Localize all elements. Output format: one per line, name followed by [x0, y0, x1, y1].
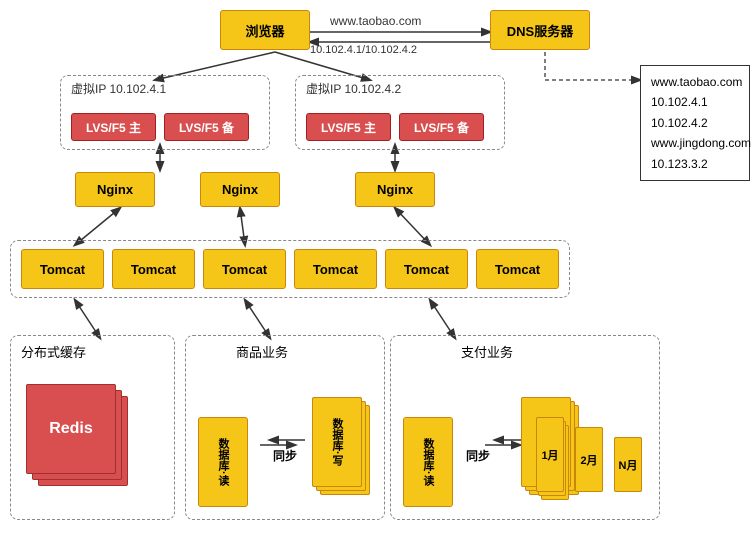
- payment-group: 支付业务 数据库·读 同步 数据库·写: [390, 335, 660, 520]
- vip1-label: 虚拟IP 10.102.4.1: [71, 80, 166, 97]
- goods-group: 商品业务 数据库·写 同步 数据库·读: [185, 335, 385, 520]
- cache-label: 分布式缓存: [21, 342, 86, 361]
- browser-box: 浏览器: [220, 10, 310, 50]
- nginx-1: Nginx: [75, 172, 155, 207]
- tomcat-4: Tomcat: [294, 249, 377, 289]
- ip-label: 10.102.4.1/10.102.4.2: [310, 44, 417, 56]
- dns-info-box: www.taobao.com 10.102.4.1 10.102.4.2 www…: [640, 65, 750, 181]
- tomcat-group: Tomcat Tomcat Tomcat Tomcat Tomcat Tomca…: [10, 240, 570, 298]
- month-n-box: N月: [614, 437, 642, 492]
- vip1-group: 虚拟IP 10.102.4.1 LVS/F5 主 LVS/F5 备: [60, 75, 270, 150]
- tomcat-2: Tomcat: [112, 249, 195, 289]
- tomcat-1: Tomcat: [21, 249, 104, 289]
- sync-label-1: 同步: [273, 447, 297, 464]
- redis-box: Redis: [26, 384, 116, 474]
- tomcat-6: Tomcat: [476, 249, 559, 289]
- db-read-2: 数据库·读: [403, 417, 453, 507]
- month-2-box: 2月: [575, 427, 603, 492]
- nginx-2: Nginx: [200, 172, 280, 207]
- cache-group: 分布式缓存 Redis: [10, 335, 175, 520]
- lvs-f5-backup-2: LVS/F5 备: [399, 113, 484, 141]
- lvs-f5-master-2: LVS/F5 主: [306, 113, 391, 141]
- lvs-f5-backup-1: LVS/F5 备: [164, 113, 249, 141]
- payment-label: 支付业务: [461, 342, 513, 361]
- sync-label-2: 同步: [466, 447, 490, 464]
- tomcat-3: Tomcat: [203, 249, 286, 289]
- diagram: 浏览器 DNS服务器 www.taobao.com 10.102.4.1/10.…: [0, 0, 752, 535]
- tomcat-5: Tomcat: [385, 249, 468, 289]
- db-read-1: 数据库·读: [198, 417, 248, 507]
- month-1-box: 1月: [536, 417, 564, 492]
- dns-server-box: DNS服务器: [490, 10, 590, 50]
- domain-label: www.taobao.com: [330, 14, 421, 28]
- db-write-1: 数据库·写: [312, 397, 362, 487]
- vip2-group: 虚拟IP 10.102.4.2 LVS/F5 主 LVS/F5 备: [295, 75, 505, 150]
- goods-label: 商品业务: [236, 342, 288, 361]
- nginx-3: Nginx: [355, 172, 435, 207]
- lvs-f5-master-1: LVS/F5 主: [71, 113, 156, 141]
- vip2-label: 虚拟IP 10.102.4.2: [306, 80, 401, 97]
